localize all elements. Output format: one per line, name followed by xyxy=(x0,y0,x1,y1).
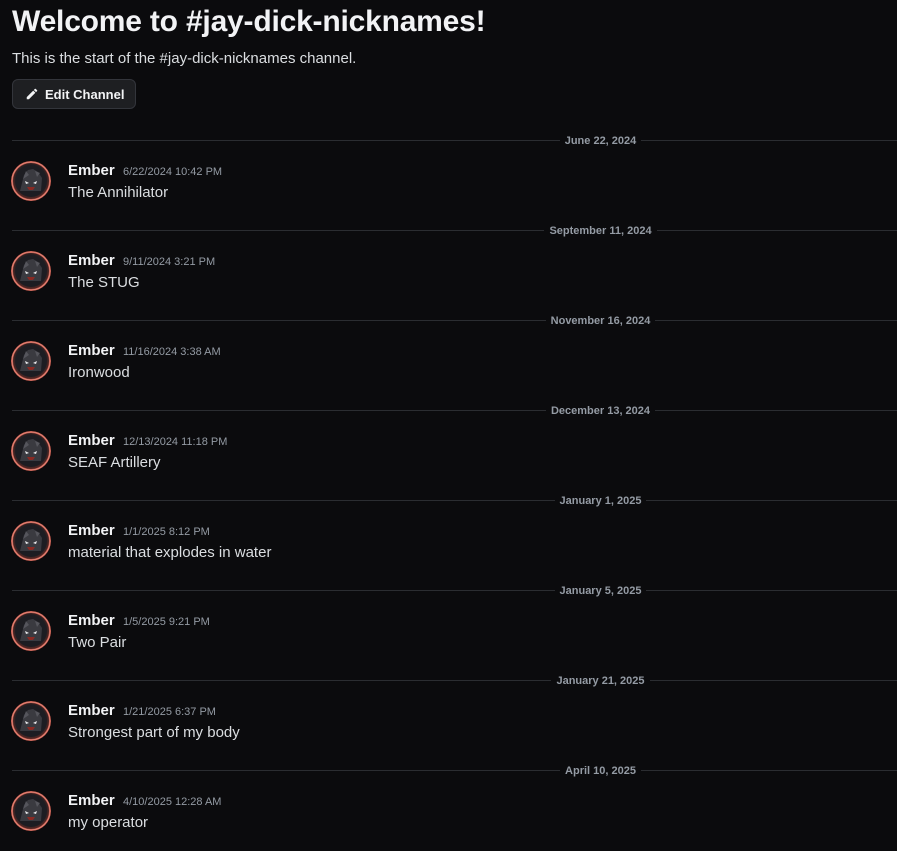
channel-welcome-header: Welcome to #jay-dick-nicknames! This is … xyxy=(12,0,892,109)
date-divider xyxy=(12,680,897,681)
author-name[interactable]: Ember xyxy=(68,610,115,632)
message[interactable]: Ember 9/11/2024 3:21 PM The STUG xyxy=(0,249,897,301)
author-name[interactable]: Ember xyxy=(68,430,115,452)
message[interactable]: Ember 4/10/2025 12:28 AM my operator xyxy=(0,789,897,841)
message-content: The Annihilator xyxy=(68,184,169,201)
date-divider xyxy=(12,230,897,231)
message-content: Ironwood xyxy=(68,364,130,381)
date-divider-label: December 13, 2024 xyxy=(545,405,656,417)
message-group: April 10, 2025 Ember 4/10/2025 12:28 AM … xyxy=(0,761,897,851)
author-name[interactable]: Ember xyxy=(68,790,115,812)
message[interactable]: Ember 1/5/2025 9:21 PM Two Pair xyxy=(0,609,897,661)
message-group: December 13, 2024 Ember 12/13/2024 11:18… xyxy=(0,401,897,491)
welcome-title: Welcome to #jay-dick-nicknames! xyxy=(12,5,486,38)
message-timestamp: 12/13/2024 11:18 PM xyxy=(123,436,228,448)
message-group: January 21, 2025 Ember 1/21/2025 6:37 PM… xyxy=(0,671,897,761)
date-divider xyxy=(12,770,897,771)
pencil-icon xyxy=(25,87,39,101)
author-name[interactable]: Ember xyxy=(68,700,115,722)
edit-channel-label: Edit Channel xyxy=(45,86,125,102)
message-group: September 11, 2024 Ember 9/11/2024 3:21 … xyxy=(0,221,897,311)
message-timestamp: 4/10/2025 12:28 AM xyxy=(123,796,222,808)
date-divider-label: January 1, 2025 xyxy=(554,495,647,507)
date-divider xyxy=(12,320,897,321)
avatar[interactable] xyxy=(11,341,51,381)
date-divider-label: January 21, 2025 xyxy=(551,675,650,687)
message-timestamp: 1/1/2025 8:12 PM xyxy=(123,526,210,538)
date-divider xyxy=(12,140,897,141)
date-divider xyxy=(12,590,897,591)
author-name[interactable]: Ember xyxy=(68,160,115,182)
message-group: January 5, 2025 Ember 1/5/2025 9:21 PM T… xyxy=(0,581,897,671)
date-divider-label: November 16, 2024 xyxy=(545,315,656,327)
message[interactable]: Ember 1/1/2025 8:12 PM material that exp… xyxy=(0,519,897,571)
avatar[interactable] xyxy=(11,791,51,831)
author-name[interactable]: Ember xyxy=(68,340,115,362)
message-content: The STUG xyxy=(68,274,140,291)
avatar[interactable] xyxy=(11,521,51,561)
date-divider-label: September 11, 2024 xyxy=(544,225,657,237)
date-divider-label: June 22, 2024 xyxy=(559,135,642,147)
message-group: January 1, 2025 Ember 1/1/2025 8:12 PM m… xyxy=(0,491,897,581)
avatar[interactable] xyxy=(11,701,51,741)
date-divider xyxy=(12,500,897,501)
message-timestamp: 1/5/2025 9:21 PM xyxy=(123,616,210,628)
welcome-subtitle: This is the start of the #jay-dick-nickn… xyxy=(12,50,357,67)
message-timestamp: 11/16/2024 3:38 AM xyxy=(123,346,221,358)
message-content: Strongest part of my body xyxy=(68,724,240,741)
message-timestamp: 6/22/2024 10:42 PM xyxy=(123,166,223,178)
date-divider-label: January 5, 2025 xyxy=(554,585,647,597)
author-name[interactable]: Ember xyxy=(68,250,115,272)
avatar[interactable] xyxy=(11,431,51,471)
message[interactable]: Ember 12/13/2024 11:18 PM SEAF Artillery xyxy=(0,429,897,481)
message[interactable]: Ember 6/22/2024 10:42 PM The Annihilator xyxy=(0,159,897,211)
author-name[interactable]: Ember xyxy=(68,520,115,542)
message[interactable]: Ember 11/16/2024 3:38 AM Ironwood xyxy=(0,339,897,391)
message-timestamp: 1/21/2025 6:37 PM xyxy=(123,706,216,718)
avatar[interactable] xyxy=(11,251,51,291)
avatar[interactable] xyxy=(11,161,51,201)
message-group: June 22, 2024 Ember 6/22/2024 10:42 PM T… xyxy=(0,131,897,221)
date-divider-label: April 10, 2025 xyxy=(560,765,641,777)
message-content: SEAF Artillery xyxy=(68,454,161,471)
message-content: Two Pair xyxy=(68,634,127,651)
message-content: my operator xyxy=(68,814,149,831)
avatar[interactable] xyxy=(11,611,51,651)
message-timestamp: 9/11/2024 3:21 PM xyxy=(123,256,216,268)
date-divider xyxy=(12,410,897,411)
message[interactable]: Ember 1/21/2025 6:37 PM Strongest part o… xyxy=(0,699,897,751)
message-list: June 22, 2024 Ember 6/22/2024 10:42 PM T… xyxy=(0,131,897,851)
edit-channel-button[interactable]: Edit Channel xyxy=(12,79,137,109)
message-group: November 16, 2024 Ember 11/16/2024 3:38 … xyxy=(0,311,897,401)
message-content: material that explodes in water xyxy=(68,544,272,561)
